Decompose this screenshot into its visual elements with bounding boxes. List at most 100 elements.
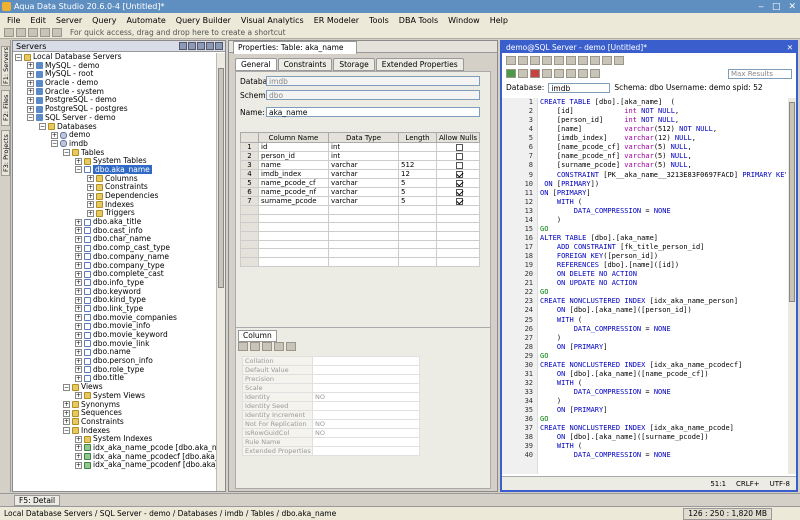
- menu-visual-analytics[interactable]: Visual Analytics: [236, 16, 309, 25]
- cut-icon[interactable]: [542, 56, 552, 65]
- expand-node-icon[interactable]: +: [75, 253, 82, 261]
- expand-node-icon[interactable]: +: [75, 296, 82, 304]
- refresh-tree-icon[interactable]: [197, 42, 205, 50]
- sql-scrollbar[interactable]: [788, 98, 796, 474]
- length-cell[interactable]: 512: [398, 160, 437, 170]
- expand-node-icon[interactable]: +: [75, 331, 82, 339]
- tree-scroll-thumb[interactable]: [218, 68, 224, 288]
- open-icon[interactable]: [16, 28, 26, 37]
- tree-node[interactable]: + demo: [13, 130, 216, 140]
- allow-nulls-checkbox[interactable]: [455, 152, 463, 160]
- save-file-icon[interactable]: [530, 56, 540, 65]
- copy-icon[interactable]: [554, 56, 564, 65]
- expand-node-icon[interactable]: +: [87, 175, 94, 183]
- schema-field[interactable]: dbo: [266, 90, 480, 100]
- expand-node-icon[interactable]: +: [75, 288, 82, 296]
- tab-extended-properties[interactable]: Extended Properties: [375, 58, 464, 71]
- properties-tab[interactable]: Properties: Table: aka_name: [233, 41, 357, 54]
- column-name-cell[interactable]: name: [258, 160, 329, 170]
- tree-node[interactable]: + Constraints: [13, 417, 216, 427]
- name-field[interactable]: aka_name: [266, 107, 480, 117]
- tree-node[interactable]: + MySQL - demo: [13, 61, 216, 71]
- expand-node-icon[interactable]: +: [75, 461, 82, 469]
- results-text-icon[interactable]: [590, 69, 600, 78]
- expand-node-icon[interactable]: +: [75, 279, 82, 287]
- column-name-cell[interactable]: name_pcode_cf: [258, 178, 329, 188]
- sql-scroll-thumb[interactable]: [789, 102, 795, 302]
- expand-node-icon[interactable]: +: [75, 357, 82, 365]
- redo-icon[interactable]: [590, 56, 600, 65]
- column-name-cell[interactable]: imdb_index: [258, 169, 329, 179]
- expand-node-icon[interactable]: +: [75, 444, 82, 452]
- expand-node-icon[interactable]: +: [75, 322, 82, 330]
- expand-node-icon[interactable]: +: [75, 157, 82, 165]
- sql-close-icon[interactable]: ✕: [787, 42, 793, 53]
- execute-current-icon[interactable]: [518, 69, 528, 78]
- tree-node[interactable]: − Databases: [13, 122, 216, 132]
- sql-database-select[interactable]: imdb: [548, 82, 611, 93]
- length-cell[interactable]: 5: [398, 187, 437, 197]
- data-type-cell[interactable]: varchar: [328, 196, 399, 206]
- expand-node-icon[interactable]: +: [75, 235, 82, 243]
- expand-node-icon[interactable]: +: [87, 192, 94, 200]
- refresh-icon[interactable]: [52, 28, 62, 37]
- tab-general[interactable]: General: [235, 58, 277, 71]
- panel-close-icon[interactable]: [215, 42, 223, 50]
- format-icon[interactable]: [614, 56, 624, 65]
- new-query-icon[interactable]: [506, 56, 516, 65]
- collapse-node-icon[interactable]: −: [63, 427, 70, 435]
- expand-node-icon[interactable]: +: [75, 314, 82, 322]
- expand-node-icon[interactable]: +: [75, 453, 82, 461]
- rollback-icon[interactable]: [566, 69, 576, 78]
- property-row[interactable]: Extended Properties: [242, 446, 420, 456]
- allow-nulls-checkbox[interactable]: [455, 143, 463, 151]
- save-icon[interactable]: [28, 28, 38, 37]
- collapse-node-icon[interactable]: −: [27, 114, 34, 122]
- expand-all-icon[interactable]: [274, 342, 284, 351]
- menu-automate[interactable]: Automate: [121, 16, 170, 25]
- table-row[interactable]: 6 name_pcode_nf varchar 5: [240, 187, 480, 197]
- data-type-cell[interactable]: varchar: [328, 187, 399, 197]
- expand-node-icon[interactable]: +: [75, 374, 82, 382]
- expand-node-icon[interactable]: +: [75, 227, 82, 235]
- column-tab[interactable]: Column: [238, 330, 277, 342]
- table-row[interactable]: 4 imdb_index varchar 12: [240, 169, 480, 179]
- expand-node-icon[interactable]: +: [75, 392, 82, 400]
- menu-query[interactable]: Query: [87, 16, 121, 25]
- view-icon[interactable]: [262, 342, 272, 351]
- paste-icon[interactable]: [566, 56, 576, 65]
- property-row[interactable]: Identity Seed: [242, 401, 420, 411]
- tree-scrollbar[interactable]: [216, 53, 225, 491]
- length-header[interactable]: Length: [398, 132, 437, 143]
- tab-storage[interactable]: Storage: [333, 58, 375, 71]
- length-cell[interactable]: 5: [398, 178, 437, 188]
- table-row[interactable]: 3 name varchar 512: [240, 160, 480, 170]
- sort-alpha-icon[interactable]: [250, 342, 260, 351]
- expand-node-icon[interactable]: +: [75, 366, 82, 374]
- sql-code-area[interactable]: CREATE TABLE [dbo].[aka_name] ( [id] int…: [540, 98, 786, 474]
- data-type-cell[interactable]: varchar: [328, 160, 399, 170]
- menu-file[interactable]: File: [2, 16, 25, 25]
- tab-constraints[interactable]: Constraints: [277, 58, 333, 71]
- expand-node-icon[interactable]: +: [87, 183, 94, 191]
- tree-node[interactable]: − SQL Server - demo: [13, 113, 216, 123]
- expand-node-icon[interactable]: +: [87, 201, 94, 209]
- servers-dock-tab[interactable]: F1: Servers: [1, 46, 10, 86]
- expand-node-icon[interactable]: +: [75, 305, 82, 313]
- allow-nulls-checkbox[interactable]: [455, 179, 463, 187]
- property-row[interactable]: Identity Increment: [242, 410, 420, 420]
- expand-node-icon[interactable]: +: [51, 131, 58, 139]
- expand-node-icon[interactable]: +: [75, 270, 82, 278]
- encoding[interactable]: UTF-8: [770, 480, 790, 488]
- categorized-icon[interactable]: [238, 342, 248, 351]
- expand-node-icon[interactable]: +: [27, 96, 34, 104]
- database-field[interactable]: imdb: [266, 76, 480, 86]
- menu-window[interactable]: Window: [443, 16, 485, 25]
- menu-edit[interactable]: Edit: [25, 16, 51, 25]
- expand-node-icon[interactable]: +: [87, 209, 94, 217]
- table-row[interactable]: 7 surname_pcode varchar 5: [240, 196, 480, 206]
- expand-node-icon[interactable]: +: [27, 62, 34, 70]
- allow-nulls-checkbox[interactable]: [455, 170, 463, 178]
- expand-node-icon[interactable]: +: [75, 340, 82, 348]
- tree-node[interactable]: + Oracle - demo: [13, 78, 216, 88]
